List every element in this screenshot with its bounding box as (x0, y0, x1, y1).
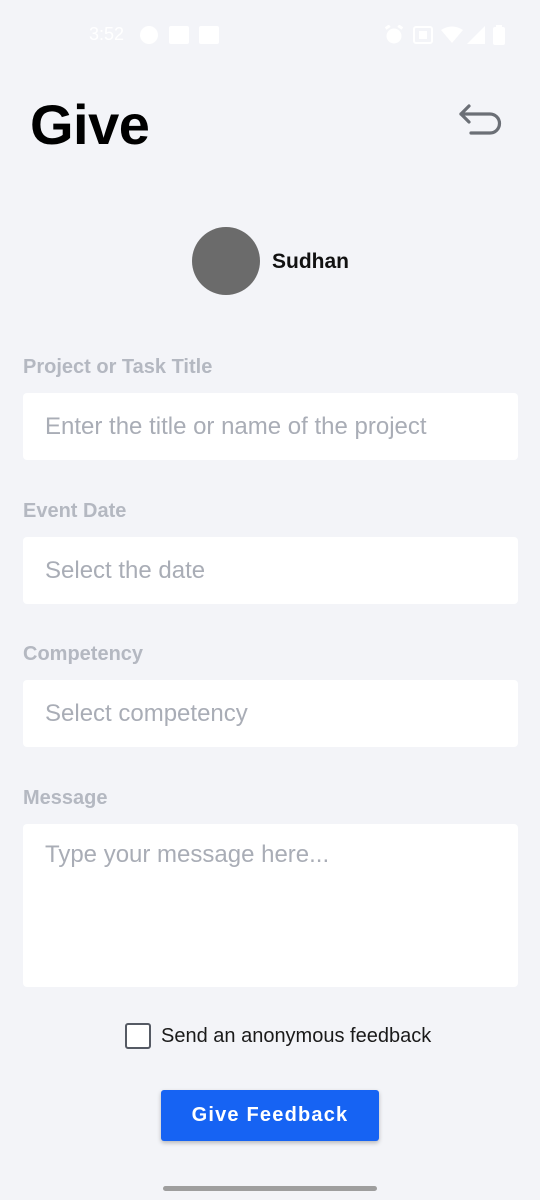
back-button[interactable] (452, 96, 508, 148)
image-icon (169, 26, 189, 44)
event-date-picker[interactable]: Select the date (23, 537, 518, 604)
event-date-label: Event Date (23, 500, 127, 522)
message-textarea[interactable]: Type your message here... (23, 824, 518, 987)
home-indicator[interactable] (163, 1186, 377, 1191)
anonymous-checkbox[interactable] (125, 1023, 151, 1049)
give-feedback-button[interactable]: Give Feedback (161, 1090, 379, 1141)
battery-icon (493, 25, 505, 50)
anonymous-feedback-option[interactable]: Send an anonymous feedback (125, 1023, 431, 1049)
competency-placeholder: Select competency (45, 700, 248, 727)
page-title: Give (30, 93, 150, 156)
project-title-label: Project or Task Title (23, 356, 213, 378)
status-time: 3:52 (89, 24, 125, 44)
message-placeholder: Type your message here... (45, 841, 330, 868)
wifi-icon (441, 26, 463, 49)
signal-icon (467, 26, 485, 49)
competency-label: Competency (23, 643, 144, 665)
give-feedback-screen: 3:52 Give Sudhan Project or Task Title E… (0, 0, 540, 1200)
return-arrow-icon (457, 102, 503, 143)
app-badge-icon (140, 26, 158, 44)
recipient-name: Sudhan (272, 250, 349, 273)
message-label: Message (23, 787, 108, 809)
vibrate-icon (413, 26, 433, 49)
status-bar: 3:52 (0, 0, 540, 70)
competency-select[interactable]: Select competency (23, 680, 518, 747)
alarm-icon (384, 24, 404, 50)
event-date-placeholder: Select the date (45, 557, 206, 584)
avatar (192, 227, 260, 295)
project-title-input[interactable]: Enter the title or name of the project (23, 393, 518, 460)
anonymous-checkbox-label: Send an anonymous feedback (161, 1024, 432, 1047)
image-icon (199, 26, 219, 44)
project-title-placeholder: Enter the title or name of the project (45, 413, 427, 440)
